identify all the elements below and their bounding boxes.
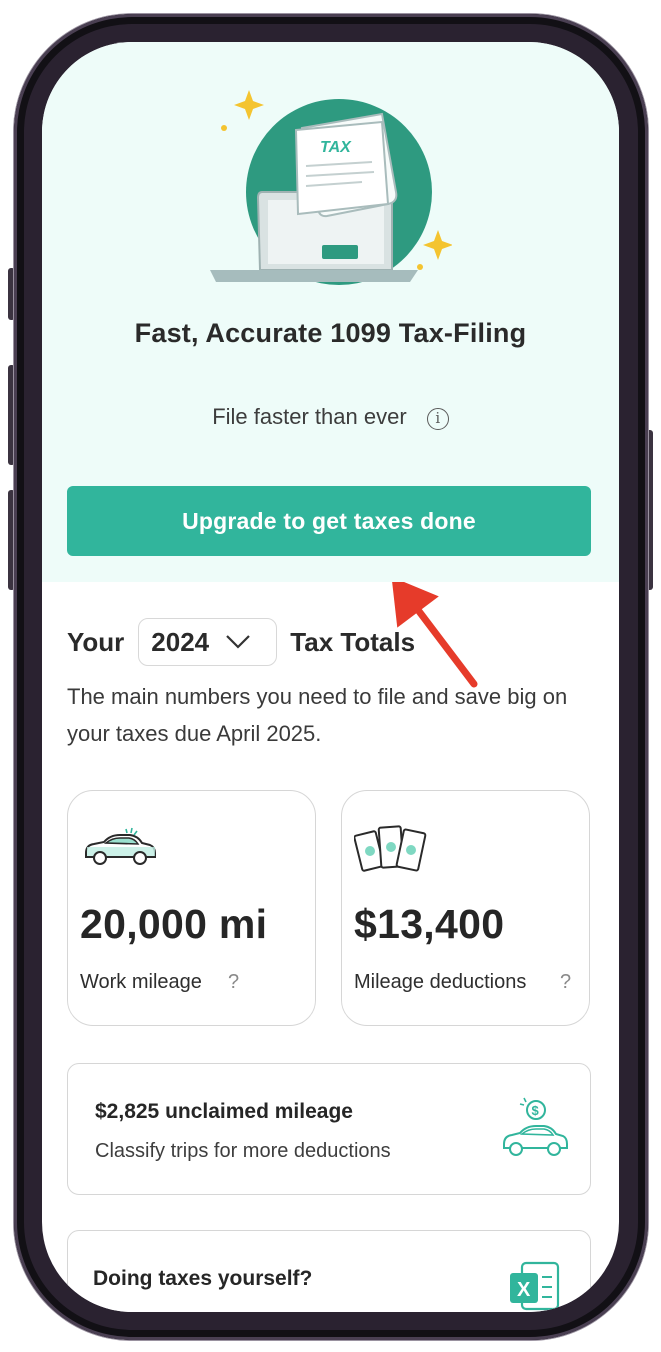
diy-taxes-card[interactable]: Doing taxes yourself? X — [67, 1230, 591, 1312]
car-icon — [85, 827, 156, 865]
mileage-deductions-value: $13,400 — [354, 901, 505, 947]
upgrade-button[interactable]: Upgrade to get taxes done — [67, 486, 591, 556]
work-mileage-help-icon[interactable]: ? — [228, 971, 239, 994]
hero-subtitle-row: File faster than ever i — [42, 404, 619, 430]
chevron-down-icon — [226, 635, 250, 649]
money-bills-icon — [354, 825, 427, 872]
svg-text:$: $ — [532, 1103, 540, 1118]
mileage-deductions-card[interactable]: $13,400 Mileage deductions ? — [341, 790, 590, 1026]
year-select-value: 2024 — [151, 626, 210, 657]
hero-subtitle: File faster than ever — [212, 404, 407, 429]
work-mileage-value: 20,000 mi — [80, 901, 268, 947]
phone-screen: TAX Fast, Accurate 1099 Tax-Filing File … — [42, 42, 619, 1312]
tax-totals-heading: Your 2024 Tax Totals — [67, 618, 415, 666]
year-select[interactable]: 2024 — [138, 618, 278, 666]
unclaimed-mileage-subtitle: Classify trips for more deductions — [95, 1140, 391, 1162]
upgrade-hero: TAX Fast, Accurate 1099 Tax-Filing File … — [42, 42, 619, 582]
svg-text:TAX: TAX — [320, 139, 352, 156]
work-mileage-label: Work mileage — [80, 971, 202, 993]
unclaimed-mileage-card[interactable]: $2,825 unclaimed mileage Classify trips … — [67, 1063, 591, 1195]
excel-icon: X — [510, 1261, 560, 1311]
car-coin-icon: $ — [503, 1097, 568, 1156]
info-icon[interactable]: i — [426, 408, 449, 430]
tax-filing-illustration: TAX — [210, 90, 452, 285]
mileage-deductions-label: Mileage deductions — [354, 971, 527, 993]
totals-prefix: Your — [67, 626, 125, 657]
unclaimed-mileage-title: $2,825 unclaimed mileage — [95, 1100, 353, 1123]
work-mileage-card[interactable]: 20,000 mi Work mileage ? — [67, 790, 316, 1026]
diy-taxes-title: Doing taxes yourself? — [93, 1267, 313, 1290]
hero-title: Fast, Accurate 1099 Tax-Filing — [134, 318, 527, 348]
mileage-deductions-help-icon[interactable]: ? — [560, 971, 571, 994]
annotation-arrow — [392, 582, 478, 688]
svg-text:X: X — [517, 1279, 531, 1301]
totals-description: The main numbers you need to file and sa… — [67, 684, 568, 746]
